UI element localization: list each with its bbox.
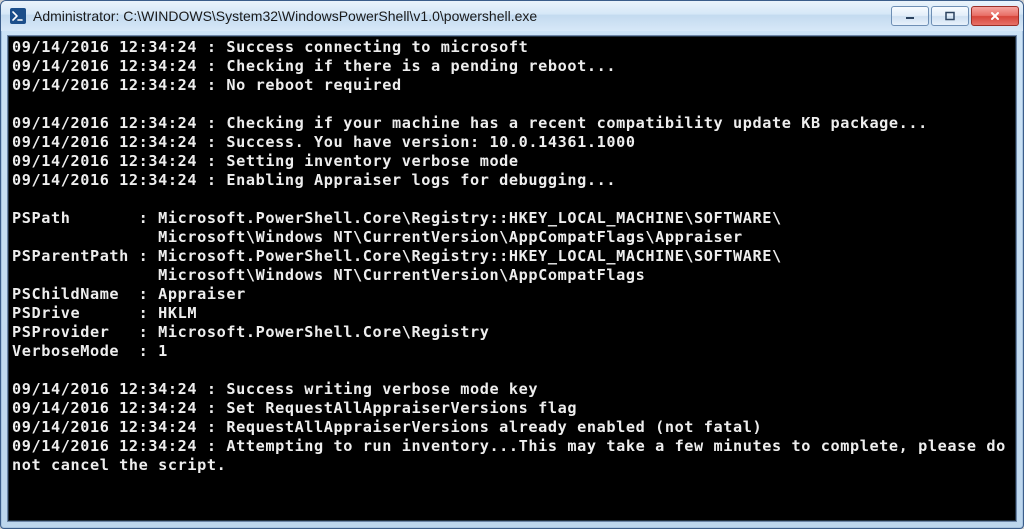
minimize-button[interactable]: [891, 6, 929, 26]
client-frame: 09/14/2016 12:34:24 : Success connecting…: [1, 31, 1023, 528]
close-button[interactable]: [971, 6, 1019, 26]
titlebar[interactable]: Administrator: C:\WINDOWS\System32\Windo…: [1, 1, 1023, 31]
console[interactable]: 09/14/2016 12:34:24 : Success connecting…: [7, 35, 1017, 522]
window-title: Administrator: C:\WINDOWS\System32\Windo…: [33, 8, 891, 24]
maximize-button[interactable]: [931, 6, 969, 26]
window-controls: [891, 6, 1021, 26]
window: Administrator: C:\WINDOWS\System32\Windo…: [0, 0, 1024, 529]
console-output: 09/14/2016 12:34:24 : Success connecting…: [12, 38, 1012, 475]
powershell-icon: [9, 7, 27, 25]
